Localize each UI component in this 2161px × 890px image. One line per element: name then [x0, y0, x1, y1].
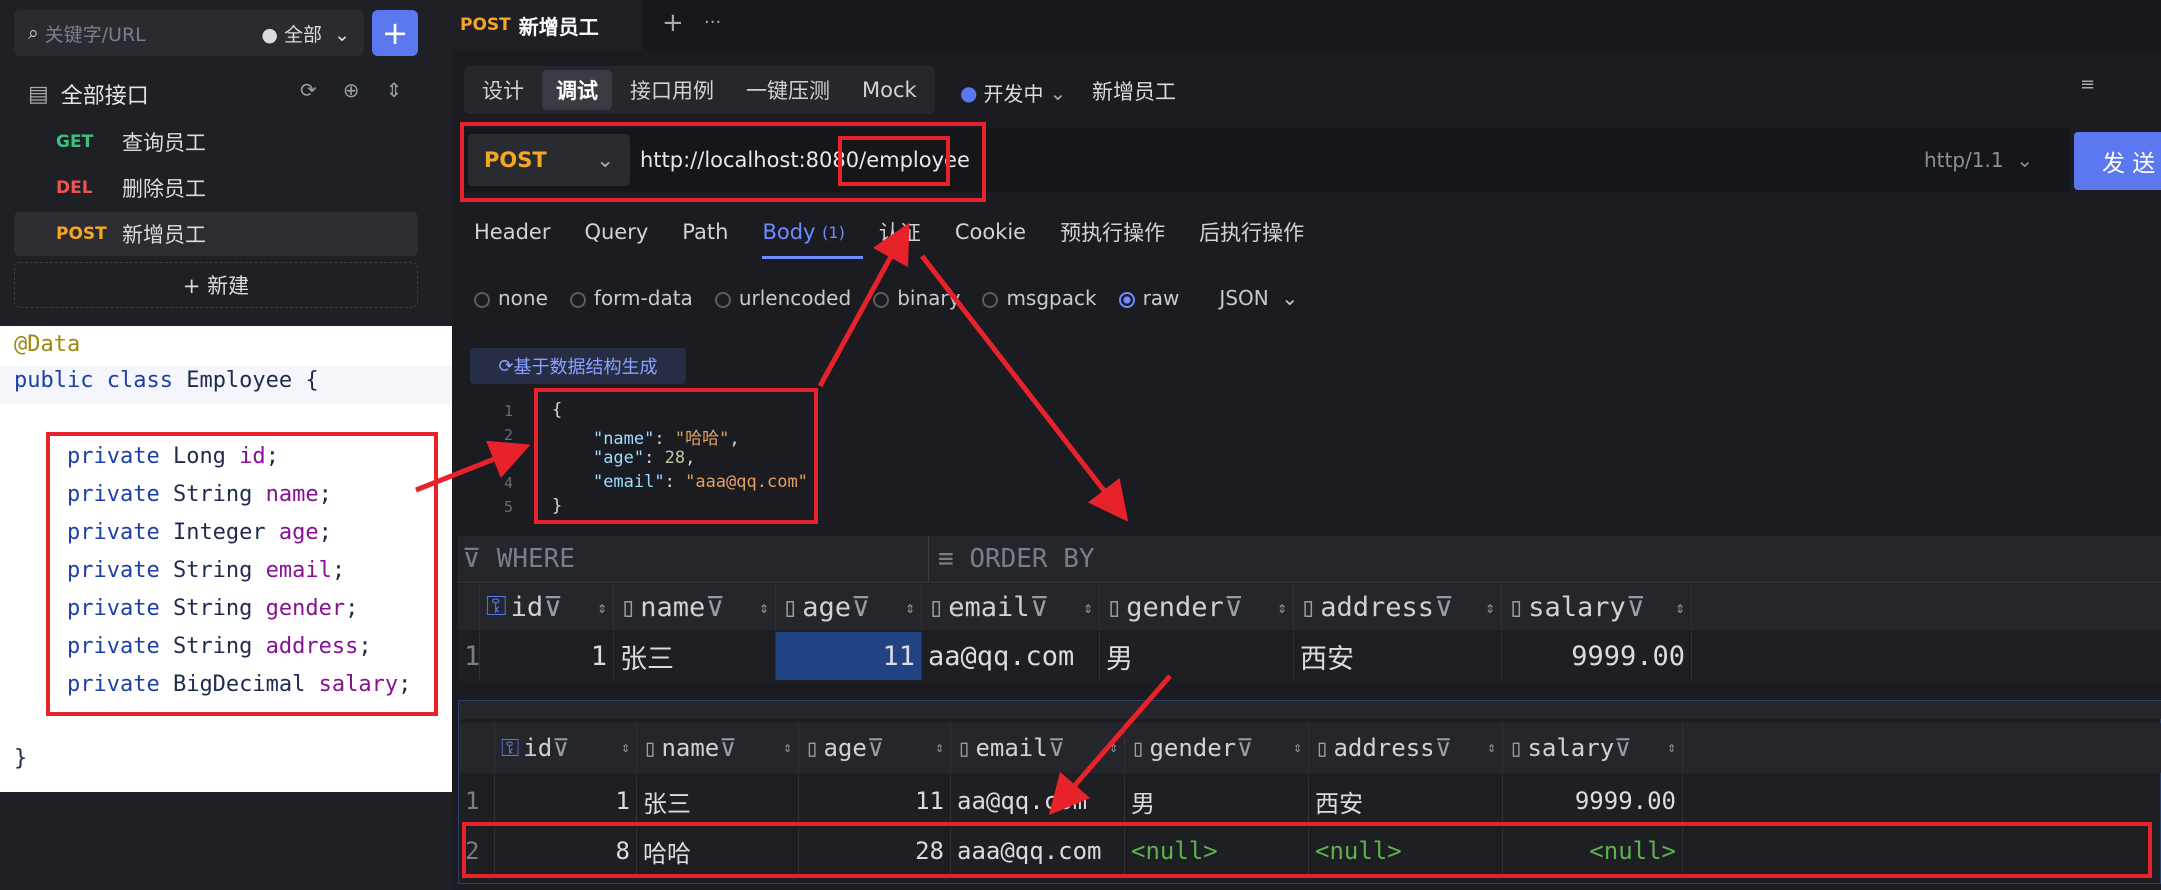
annotation-arrows [415, 222, 1172, 816]
